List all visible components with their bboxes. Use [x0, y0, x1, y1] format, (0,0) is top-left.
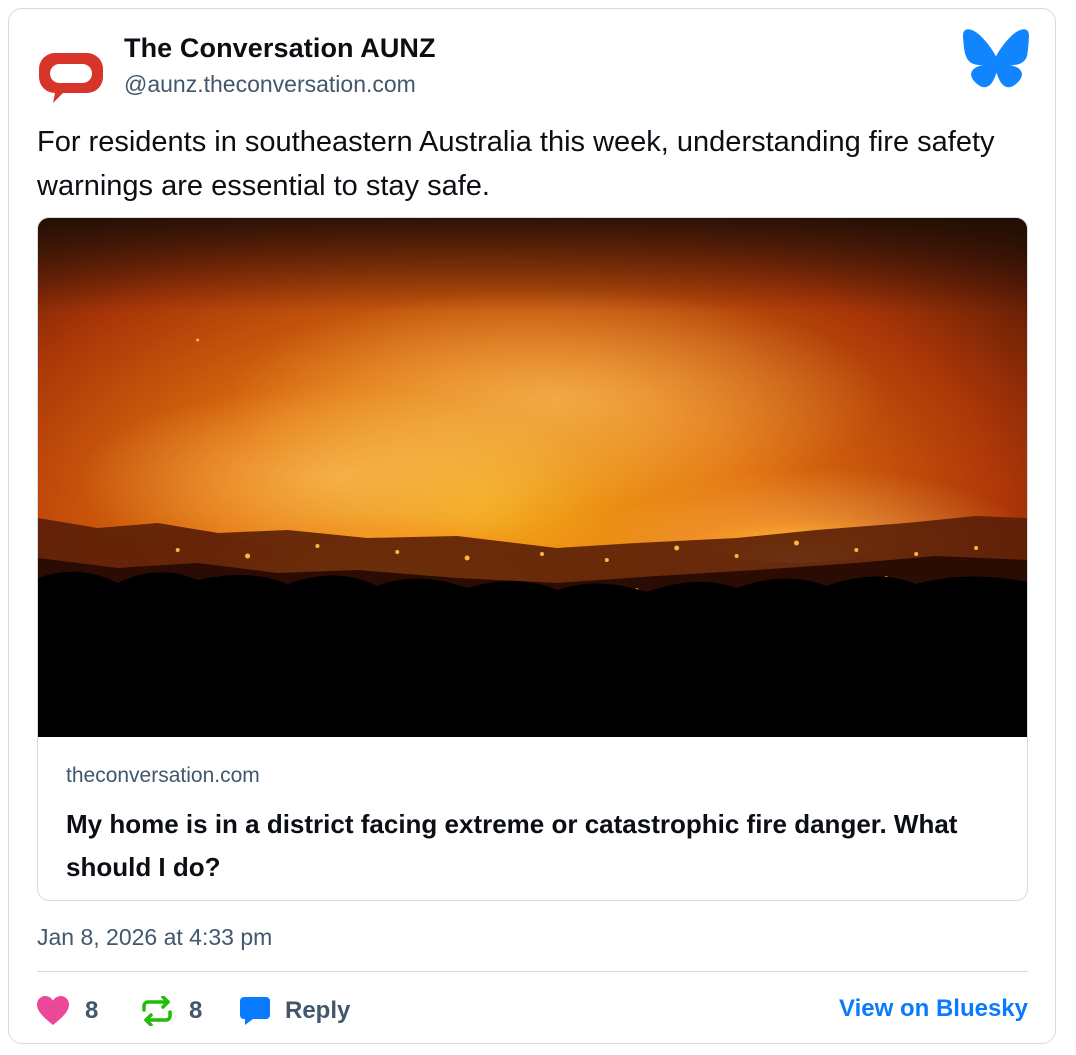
reply-bubble-icon	[240, 997, 270, 1025]
post-card: The Conversation AUNZ @aunz.theconversat…	[8, 8, 1056, 1044]
action-bar: 8 8 Reply View on Bluesky	[37, 989, 1028, 1033]
post-text: For residents in southeastern Australia …	[37, 126, 995, 202]
repost-icon	[142, 996, 172, 1026]
bushfire-image	[38, 218, 1027, 737]
author-name[interactable]: The Conversation AUNZ	[124, 33, 436, 64]
like-count: 8	[85, 997, 99, 1024]
butterfly-icon[interactable]	[963, 29, 1029, 89]
like-button[interactable]: 8	[37, 989, 98, 1033]
author-handle[interactable]: @aunz.theconversation.com	[124, 71, 416, 98]
divider	[37, 971, 1028, 972]
post-timestamp[interactable]: Jan 8, 2026 at 4:33 pm	[37, 924, 272, 951]
link-card[interactable]: theconversation.com My home is in a dist…	[37, 217, 1028, 901]
repost-button[interactable]: 8	[141, 989, 202, 1033]
view-on-bluesky-link[interactable]: View on Bluesky	[839, 995, 1028, 1023]
link-domain: theconversation.com	[66, 764, 260, 787]
reply-label: Reply	[285, 997, 351, 1024]
link-title: My home is in a district facing extreme …	[66, 809, 958, 882]
repost-count: 8	[189, 997, 203, 1024]
reply-button[interactable]: Reply	[239, 989, 350, 1033]
heart-icon	[37, 996, 69, 1025]
speech-bubble-logo-icon[interactable]	[37, 41, 105, 109]
